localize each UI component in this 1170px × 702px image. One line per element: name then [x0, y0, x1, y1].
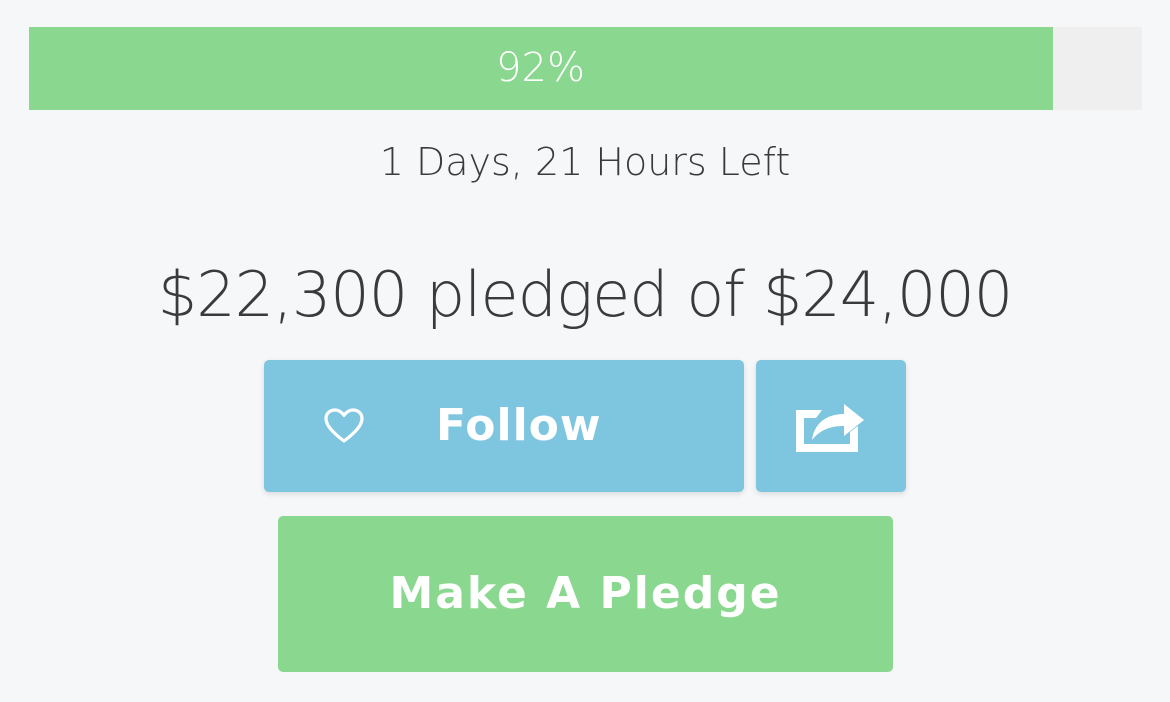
funding-progress-bar: 92%: [29, 27, 1142, 110]
pledged-summary-text: $22,300 pledged of $24,000: [157, 258, 1013, 331]
funding-progress-percent: 92%: [496, 45, 585, 91]
time-left-text: 1 Days, 21 Hours Left: [379, 140, 791, 184]
follow-button-label: Follow: [436, 400, 602, 451]
share-icon: [796, 404, 864, 452]
make-pledge-button-label: Make A Pledge: [389, 568, 782, 619]
share-button[interactable]: [756, 360, 906, 492]
follow-button[interactable]: Follow: [264, 360, 744, 492]
heart-outline-icon: [324, 408, 364, 443]
campaign-funding-panel: 92% 1 Days, 21 Hours Left $22,300 pledge…: [0, 0, 1170, 702]
make-pledge-button[interactable]: Make A Pledge: [278, 516, 893, 672]
